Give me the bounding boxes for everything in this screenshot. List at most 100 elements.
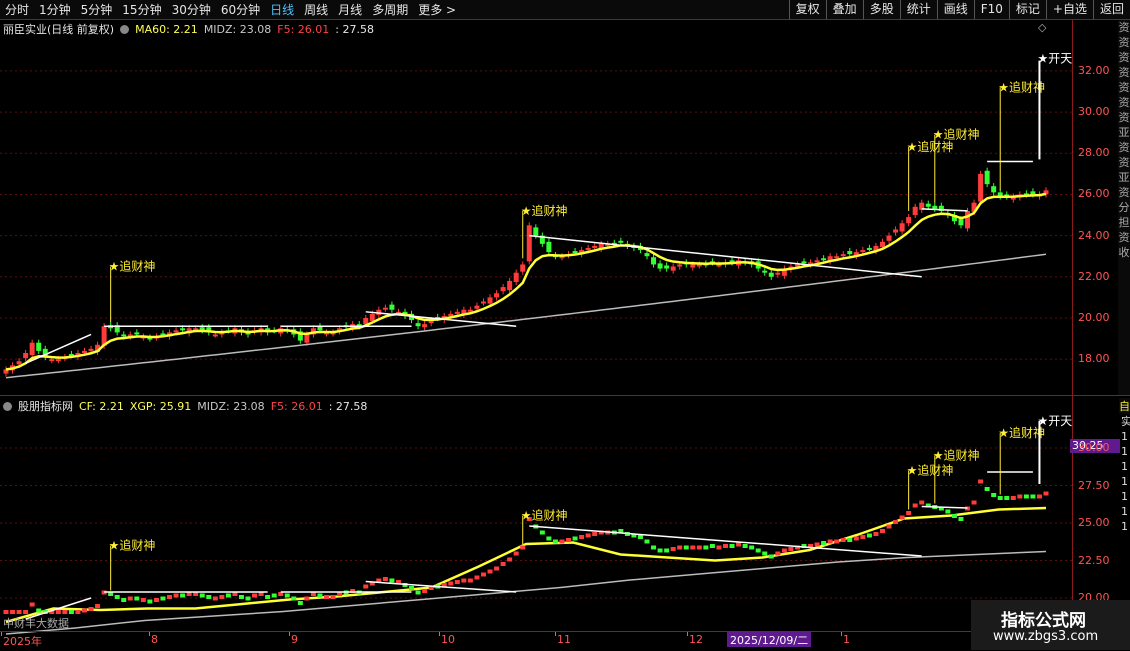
trend-line <box>921 208 968 212</box>
candle-body <box>618 240 624 243</box>
watermark: 指标公式网 www.zbgs3.com <box>971 600 1130 650</box>
sub-bar <box>860 535 866 539</box>
sub-bar <box>265 595 271 599</box>
sub-bar <box>121 598 127 602</box>
sub-bar <box>899 515 905 520</box>
sub-bar <box>62 610 68 614</box>
sub-bar <box>886 524 892 529</box>
candle-body <box>134 332 140 335</box>
y-tick-label: 30.00 <box>1078 441 1110 454</box>
sub-bar <box>245 596 251 601</box>
candle-body <box>474 305 480 309</box>
sub-bar <box>722 544 728 548</box>
date-tick <box>439 632 440 636</box>
date-tick <box>841 632 842 636</box>
sub-bar <box>827 539 833 544</box>
sub-bar <box>912 503 918 508</box>
sub-bar <box>271 593 277 598</box>
sub-bar <box>703 545 709 550</box>
candle-body <box>762 270 768 273</box>
candle-body <box>834 256 840 259</box>
candle-body <box>690 264 696 268</box>
sub-bar <box>683 545 689 550</box>
sub-bar <box>153 598 159 602</box>
y-tick-label: 24.00 <box>1078 228 1110 242</box>
candle-body <box>958 219 964 226</box>
sub-bar <box>821 541 827 545</box>
sub-bar <box>788 547 794 551</box>
ma-fast-line <box>5 192 1047 371</box>
date-tick <box>687 632 688 636</box>
sub-bar <box>55 610 61 614</box>
sub-bar <box>140 598 146 602</box>
date-tick <box>149 632 150 636</box>
sub-bar <box>1036 494 1042 499</box>
candle-body <box>520 264 526 272</box>
candle-body <box>454 311 460 314</box>
sub-bar <box>552 539 558 544</box>
chart-canvas[interactable]: ★追财神★追财神★追财神★追财神★追财神★开天★追财神★追财神★追财神★追财神★… <box>0 0 1130 650</box>
sub-bar <box>487 569 493 574</box>
sub-bar <box>657 548 663 553</box>
sub-bar <box>415 590 421 595</box>
candle-body <box>389 304 395 310</box>
candle-body <box>121 334 127 337</box>
sub-bar <box>389 578 395 583</box>
candle-body <box>487 297 493 304</box>
candle-body <box>912 206 918 216</box>
sub-bar <box>199 593 205 598</box>
candle-body <box>500 287 506 292</box>
sub-bar <box>879 529 885 533</box>
sub-bar <box>422 589 428 593</box>
sub-bar <box>297 601 303 605</box>
sub-signal-label: ★追财神 <box>933 448 980 463</box>
sub-bar <box>81 608 87 613</box>
sub-bar <box>866 533 872 538</box>
y-tick-label: 22.00 <box>1078 269 1110 283</box>
sub-bar <box>546 536 552 541</box>
sub-bar <box>716 545 722 550</box>
candle-body <box>526 225 532 262</box>
date-label: 1 <box>843 633 850 646</box>
candle-body <box>369 313 375 322</box>
sub-bar <box>690 545 696 550</box>
candle-body <box>670 266 676 271</box>
candle-body <box>991 186 997 193</box>
sub-bar <box>500 562 506 566</box>
sub-bar <box>16 610 22 614</box>
sub-bar <box>749 545 755 550</box>
sub-bar <box>363 584 369 589</box>
sub-bar <box>585 533 591 538</box>
sub-bar <box>664 548 670 553</box>
sub-bar <box>834 539 840 544</box>
sub-bar <box>893 520 899 524</box>
sub-bar <box>454 580 460 584</box>
candle-body <box>29 342 35 356</box>
candle-body <box>651 257 657 265</box>
date-label: 9 <box>291 633 298 646</box>
y-tick-label: 18.00 <box>1078 352 1110 366</box>
y-tick-label: 27.50 <box>1078 478 1110 492</box>
date-label: 8 <box>151 633 158 646</box>
sub-bar <box>1030 494 1036 499</box>
candle-body <box>81 350 87 353</box>
sub-bar <box>670 547 676 551</box>
candle-body <box>860 250 866 253</box>
sub-bar <box>409 586 415 590</box>
sub-bar <box>984 487 990 491</box>
candle-body <box>507 280 513 291</box>
sub-bar <box>814 542 820 547</box>
candle-body <box>840 254 846 257</box>
signal-label: ★追财神 <box>933 127 980 142</box>
date-tick <box>555 632 556 636</box>
candle-body <box>363 317 369 325</box>
candle-body <box>382 307 388 310</box>
sub-bar <box>958 517 964 521</box>
sub-bar <box>696 545 702 550</box>
sub-trend-line <box>529 525 922 557</box>
candle-body <box>866 247 872 250</box>
sub-bar <box>474 575 480 580</box>
signal-label: ★追财神 <box>109 259 156 274</box>
sub-bar <box>579 535 585 539</box>
sub-bar <box>762 551 768 556</box>
